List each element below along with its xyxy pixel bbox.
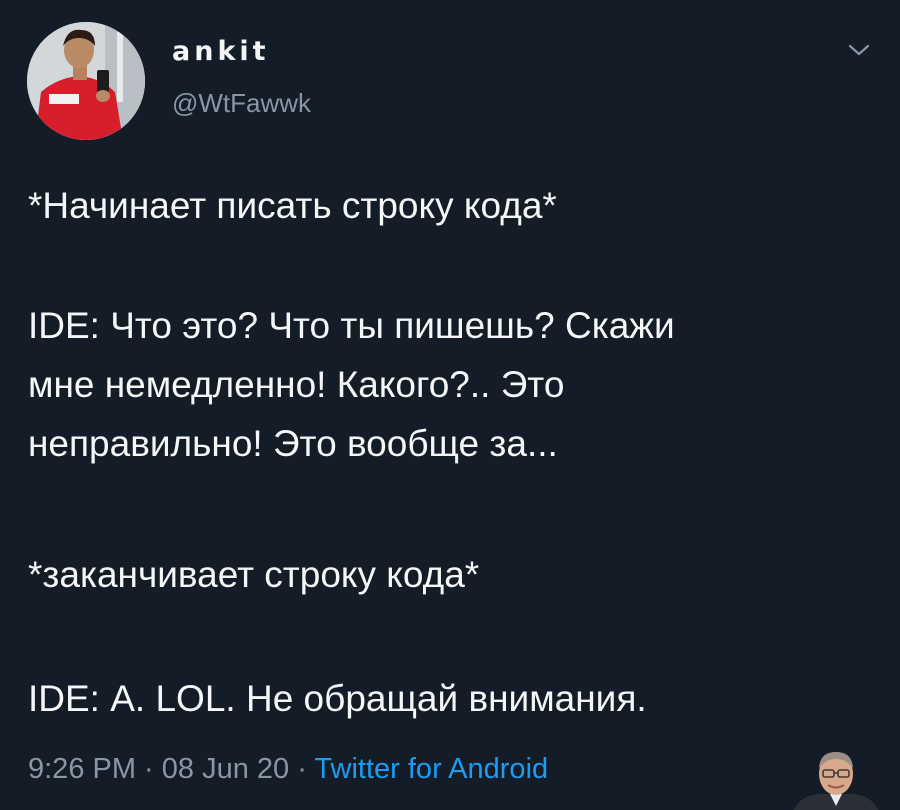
tweet-card: ankit @WtFawwk *Начинает писать строку к… [0, 0, 900, 810]
tweet-date[interactable]: 08 Jun 20 [162, 753, 289, 785]
tweet-metadata: 9:26 PM · 08 Jun 20 · Twitter for Androi… [28, 753, 548, 786]
tweet-time[interactable]: 9:26 PM [28, 753, 136, 785]
tweet-text-line: IDE: Что это? Что ты пишешь? Скажи [28, 305, 675, 346]
display-name[interactable]: ankit [172, 36, 270, 67]
meta-separator: · [136, 753, 162, 785]
chevron-down-icon[interactable] [846, 40, 872, 60]
tweet-text-line: *заканчивает строку кода* [28, 554, 480, 595]
tweet-text-paragraph: IDE: Что это? Что ты пишешь? Скажи мне н… [28, 296, 675, 473]
meta-separator: · [289, 753, 315, 785]
tweet-source-link[interactable]: Twitter for Android [314, 753, 548, 785]
avatar-photo [27, 22, 145, 140]
person-face-sticker [790, 746, 882, 810]
tweet-text-line: мне немедленно! Какого?.. Это [28, 364, 565, 405]
tweet-text-line: неправильно! Это вообще за... [28, 423, 558, 464]
user-handle[interactable]: @WtFawwk [172, 88, 311, 119]
tweet-text-line: IDE: А. LOL. Не обращай внимания. [28, 678, 647, 719]
tweet-text-line: *Начинает писать строку кода* [28, 185, 557, 226]
avatar[interactable] [27, 22, 145, 140]
